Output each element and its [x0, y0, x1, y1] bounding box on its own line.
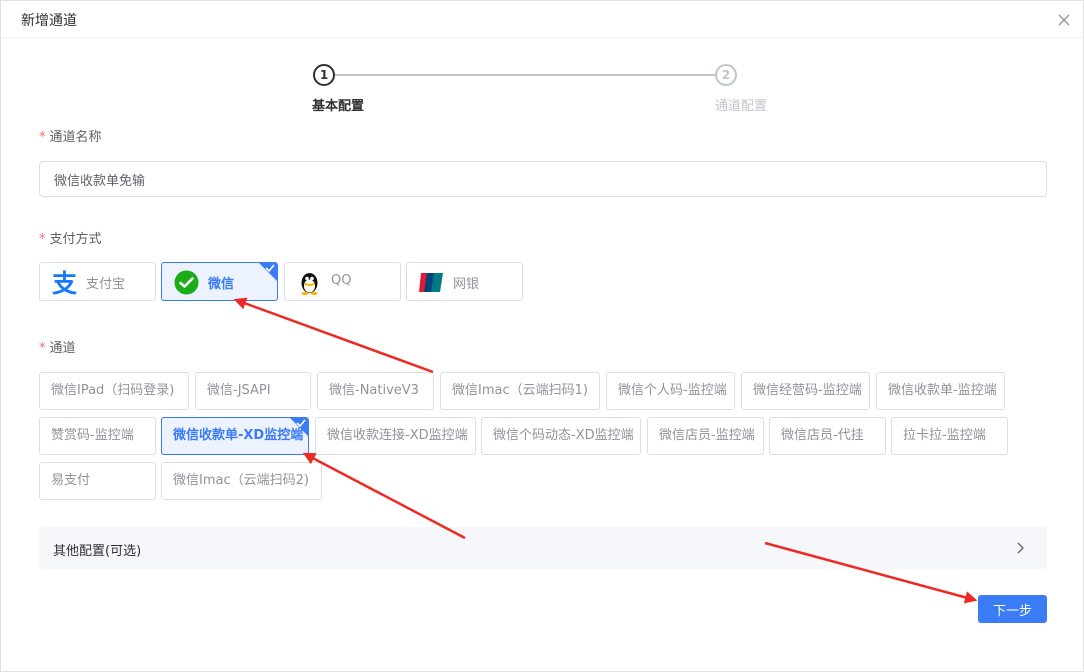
step-1-number: 1	[313, 64, 335, 86]
channel-option[interactable]: 微信Imac（云端扫码1)	[440, 372, 600, 410]
pay-method-alipay[interactable]: 支 支付宝	[39, 262, 156, 301]
pay-method-wechat[interactable]: 微信	[161, 262, 278, 301]
check-icon	[296, 419, 306, 428]
channel-name-input[interactable]	[39, 161, 1047, 197]
step-2-title: 通道配置	[715, 99, 768, 114]
channel-option[interactable]: 易支付	[39, 462, 156, 500]
channel-option[interactable]: 微信-JSAPI	[195, 372, 311, 410]
check-icon	[265, 264, 275, 273]
pay-method-qq[interactable]: QQ	[284, 262, 401, 301]
dialog-header: 新增通道	[1, 1, 1083, 38]
channel-option[interactable]: 微信收款连接-XD监控端	[315, 417, 476, 455]
svg-text:支: 支	[52, 269, 77, 296]
required-asterisk: *	[39, 232, 46, 247]
alipay-icon: 支	[52, 269, 77, 296]
pay-method-unionpay[interactable]: 网银	[406, 262, 523, 301]
pay-method-label: QQ	[331, 273, 352, 288]
add-channel-dialog: 新增通道 1 2 基本配置 通道配置 *通道名称 *支付方式 支 支付宝 微信	[0, 0, 1084, 672]
step-2-number: 2	[715, 64, 737, 86]
channel-option[interactable]: 微信经营码-监控端	[741, 372, 870, 410]
dialog-title: 新增通道	[21, 13, 77, 29]
other-config-label: 其他配置(可选)	[53, 544, 142, 559]
channel-option[interactable]: 微信店员-监控端	[647, 417, 764, 455]
channel-option-selected[interactable]: 微信收款单-XD监控端	[161, 417, 309, 455]
qq-icon	[301, 273, 318, 296]
pay-method-label: 微信	[208, 277, 235, 292]
channel-option[interactable]: 微信Imac（云端扫码2)	[161, 462, 322, 500]
channel-label: * 通道	[39, 341, 76, 356]
step-1-title: 基本配置	[312, 99, 365, 114]
chevron-right-icon	[1017, 542, 1024, 554]
required-asterisk: *	[39, 130, 46, 145]
next-step-button[interactable]: 下一步	[978, 595, 1047, 623]
pay-method-label: 网银	[453, 277, 480, 292]
channel-name-label: * 通道名称	[39, 130, 102, 145]
unionpay-icon	[419, 273, 443, 292]
channel-option-label: 微信收款单-XD监控端	[173, 428, 304, 443]
steps: 1 2 基本配置 通道配置	[311, 64, 791, 114]
channel-option[interactable]: 微信-NativeV3	[317, 372, 434, 410]
channel-option[interactable]: 微信店员-代挂	[769, 417, 886, 455]
step-connector	[335, 74, 715, 76]
pay-method-label: * 支付方式	[39, 232, 102, 247]
channel-option[interactable]: 微信个人码-监控端	[606, 372, 735, 410]
channel-option[interactable]: 微信IPad（扫码登录)	[39, 372, 189, 410]
channel-option[interactable]: 微信个码动态-XD监控端	[481, 417, 641, 455]
required-asterisk: *	[39, 341, 46, 356]
close-icon[interactable]	[1057, 13, 1071, 27]
wechat-icon	[174, 270, 199, 295]
channel-option[interactable]: 赞赏码-监控端	[39, 417, 156, 455]
pay-method-label: 支付宝	[86, 277, 126, 292]
channel-option[interactable]: 拉卡拉-监控端	[891, 417, 1008, 455]
channel-option[interactable]: 微信收款单-监控端	[876, 372, 1005, 410]
other-config-collapse[interactable]: 其他配置(可选)	[39, 527, 1047, 569]
